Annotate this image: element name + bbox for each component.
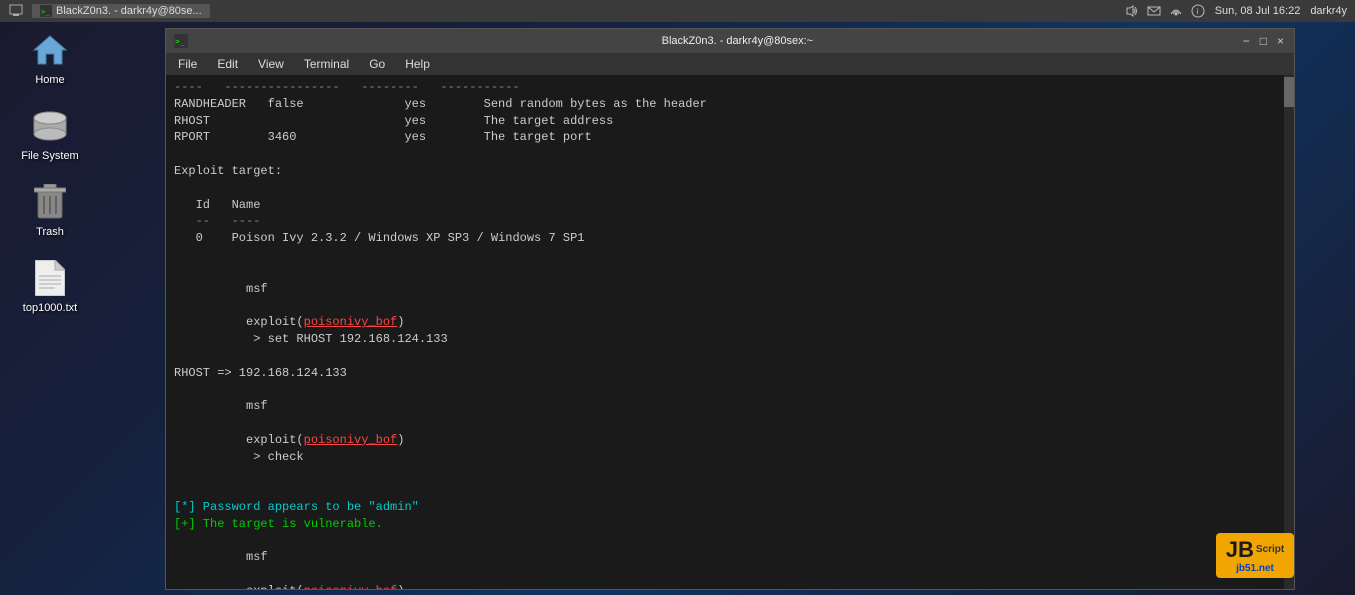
line-separator: ---- ---------------- -------- ---------… <box>174 79 1274 96</box>
menu-view[interactable]: View <box>250 57 292 71</box>
menu-file[interactable]: File <box>170 57 205 71</box>
line-password: [*] Password appears to be "admin" <box>174 499 1274 516</box>
menu-edit[interactable]: Edit <box>209 57 246 71</box>
line-randheader: RANDHEADER false yes Send random bytes a… <box>174 96 1274 113</box>
watermark: JB Script jb51.net <box>1155 515 1355 595</box>
close-button[interactable]: × <box>1275 34 1286 48</box>
desktop-icon-home[interactable]: Home <box>10 30 90 86</box>
taskbar-datetime: Sun, 08 Jul 16:22 <box>1215 5 1301 17</box>
desktop-icon-top1000[interactable]: top1000.txt <box>10 258 90 314</box>
line-set-rhost: msf exploit(poisonivy_bof) > set RHOST 1… <box>174 264 1274 365</box>
desktop: >_ BlackZ0n3. - darkr4y@80se... <box>0 0 1355 595</box>
file-icon <box>30 258 70 298</box>
line-check: msf exploit(poisonivy_bof) > check <box>174 381 1274 482</box>
scrollbar-thumb[interactable] <box>1284 77 1294 107</box>
trash-icon <box>30 182 70 222</box>
taskbar-app-label[interactable]: >_ BlackZ0n3. - darkr4y@80se... <box>32 4 210 18</box>
line-blank4 <box>174 482 1274 499</box>
svg-text:>_: >_ <box>41 8 50 16</box>
terminal-window: >_ BlackZ0n3. - darkr4y@80sex:~ − □ × Fi… <box>165 28 1295 590</box>
desktop-icon-filesystem[interactable]: File System <box>10 106 90 162</box>
menu-terminal[interactable]: Terminal <box>296 57 357 71</box>
taskbar-left: >_ BlackZ0n3. - darkr4y@80se... <box>8 3 210 19</box>
top1000-label: top1000.txt <box>23 302 77 314</box>
line-poison-ivy: 0 Poison Ivy 2.3.2 / Windows XP SP3 / Wi… <box>174 230 1274 247</box>
minimize-button[interactable]: − <box>1241 34 1252 48</box>
line-exploit-cmd: msf exploit(poisonivy_bof) > exploit <box>174 533 1274 589</box>
desktop-icon-trash[interactable]: Trash <box>10 182 90 238</box>
info-icon: i <box>1191 4 1205 18</box>
line-rhost-val: RHOST => 192.168.124.133 <box>174 365 1274 382</box>
line-id-header: Id Name <box>174 197 1274 214</box>
svg-text:>_: >_ <box>175 37 185 46</box>
filesystem-icon <box>30 106 70 146</box>
taskbar-desktop-icon <box>8 3 24 19</box>
menu-help[interactable]: Help <box>397 57 438 71</box>
line-rport: RPORT 3460 yes The target port <box>174 129 1274 146</box>
terminal-scrollbar[interactable] <box>1284 75 1294 589</box>
volume-icon <box>1125 4 1139 18</box>
line-id-sep: -- ---- <box>174 213 1274 230</box>
maximize-button[interactable]: □ <box>1258 34 1269 48</box>
taskbar-app-text: BlackZ0n3. - darkr4y@80se... <box>56 5 202 17</box>
watermark-brand: JB Script jb51.net <box>1216 533 1294 578</box>
terminal-body[interactable]: ---- ---------------- -------- ---------… <box>166 75 1294 589</box>
taskbar-right: i Sun, 08 Jul 16:22 darkr4y <box>1125 4 1347 18</box>
taskbar-top: >_ BlackZ0n3. - darkr4y@80se... <box>0 0 1355 22</box>
line-blank3 <box>174 247 1274 264</box>
line-blank1 <box>174 146 1274 163</box>
taskbar-username: darkr4y <box>1310 5 1347 17</box>
trash-label: Trash <box>36 226 64 238</box>
line-blank2 <box>174 180 1274 197</box>
desktop-icons: Home File System <box>10 30 90 314</box>
watermark-jb: JB <box>1226 537 1254 563</box>
mail-icon <box>1147 4 1161 18</box>
terminal-controls: − □ × <box>1241 34 1286 48</box>
menu-go[interactable]: Go <box>361 57 393 71</box>
network-icon <box>1169 4 1183 18</box>
terminal-title-text: BlackZ0n3. - darkr4y@80sex:~ <box>234 35 1241 47</box>
terminal-window-buttons: >_ <box>174 34 234 48</box>
terminal-icon-small: >_ <box>174 34 188 48</box>
watermark-script: Script <box>1256 544 1284 555</box>
terminal-menubar: File Edit View Terminal Go Help <box>166 53 1294 75</box>
line-vulnerable: [+] The target is vulnerable. <box>174 516 1274 533</box>
home-icon <box>30 30 70 70</box>
filesystem-label: File System <box>21 150 78 162</box>
line-exploit-target: Exploit target: <box>174 163 1274 180</box>
home-label: Home <box>35 74 64 86</box>
terminal-titlebar: >_ BlackZ0n3. - darkr4y@80sex:~ − □ × <box>166 29 1294 53</box>
terminal-content: ---- ---------------- -------- ---------… <box>174 79 1286 589</box>
line-rhost: RHOST yes The target address <box>174 113 1274 130</box>
svg-text:i: i <box>1196 7 1198 16</box>
watermark-url: jb51.net <box>1236 563 1274 574</box>
sys-icons: i <box>1125 4 1205 18</box>
